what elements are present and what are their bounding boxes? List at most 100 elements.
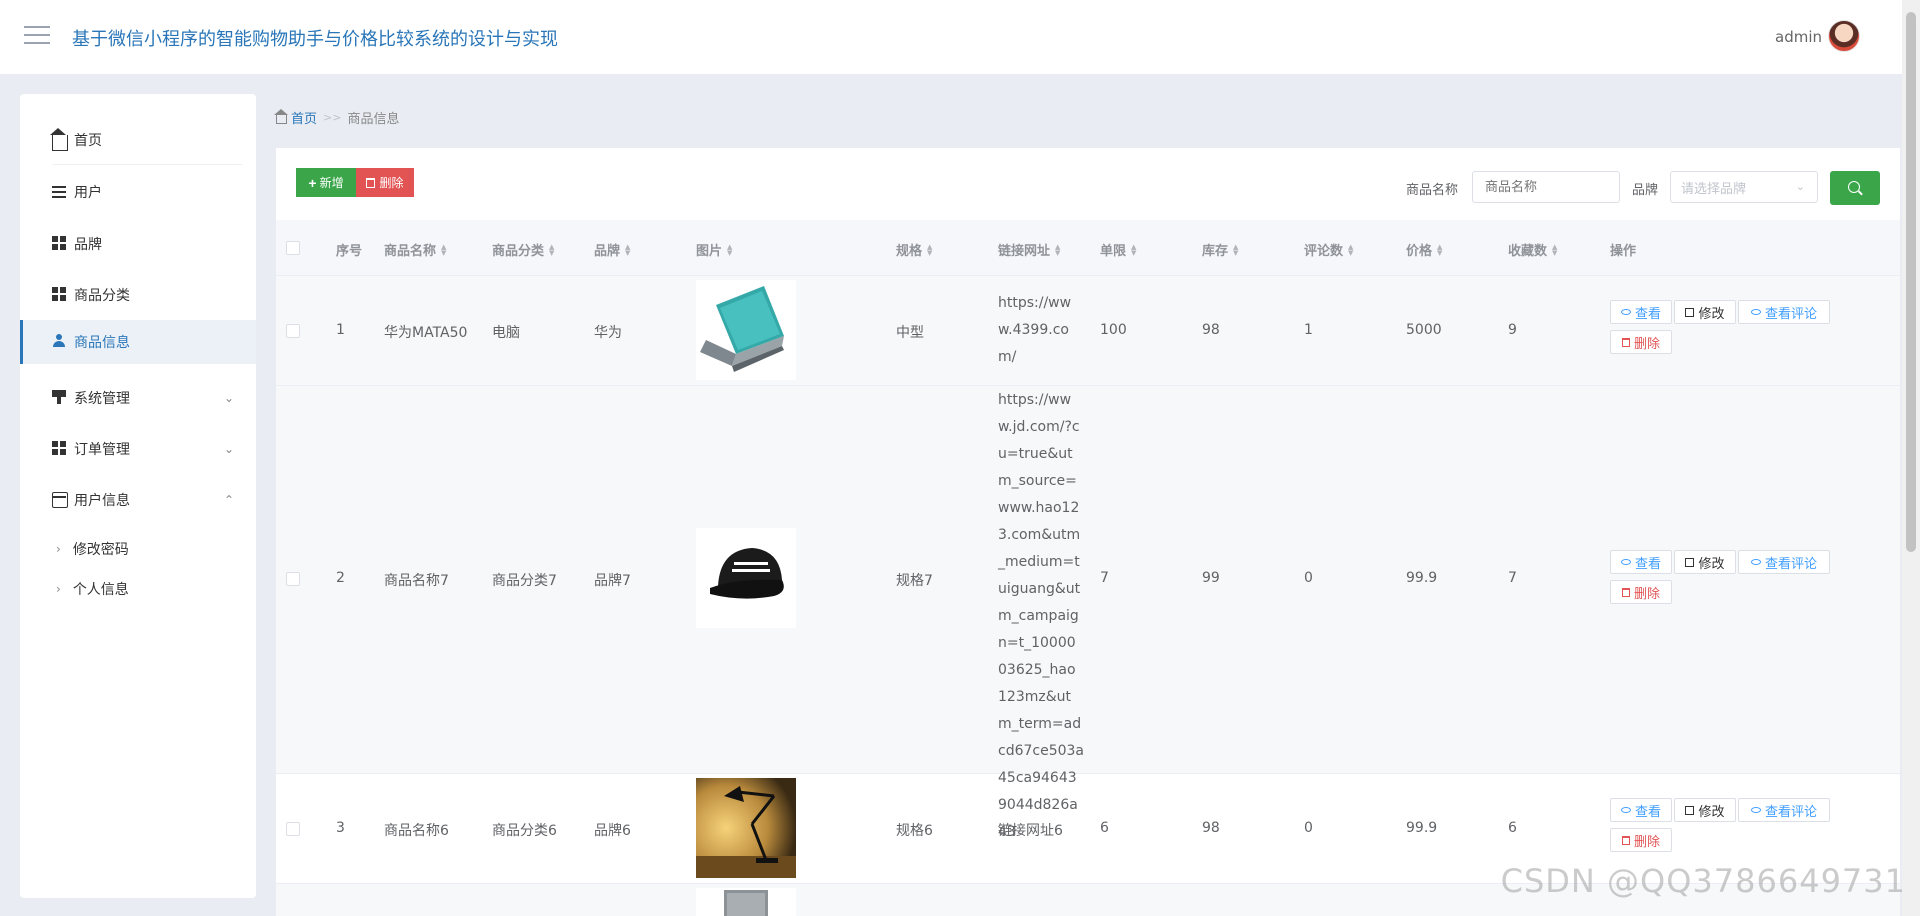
- col-header-price[interactable]: 价格 ▲ ▼: [1406, 240, 1442, 259]
- view-comments-button[interactable]: 查看评论: [1738, 798, 1830, 822]
- sidebar-item-users[interactable]: 用户: [20, 170, 256, 214]
- col-header-url[interactable]: 链接网址 ▲ ▼: [998, 240, 1060, 259]
- sidebar-item-product-info[interactable]: 商品信息: [20, 320, 256, 364]
- sidebar-item-label: 商品信息: [74, 335, 130, 351]
- chevron-right-icon: ›: [56, 582, 61, 596]
- product-name-label: 商品名称: [1406, 183, 1459, 198]
- table-header: 序号 商品名称 ▲ ▼ 商品分类 ▲ ▼ 品牌 ▲ ▼ 图片 ▲ ▼ 规格 ▲ ▼ 链接网址 ▲ ▼ 单…: [276, 220, 1900, 276]
- edit-button[interactable]: 修改: [1674, 798, 1736, 822]
- product-image-cap[interactable]: [696, 528, 796, 628]
- col-header-limit[interactable]: 单限 ▲ ▼: [1100, 240, 1136, 259]
- edit-button[interactable]: 修改: [1674, 550, 1736, 574]
- menu-toggle-icon[interactable]: [24, 26, 50, 46]
- sort-icon[interactable]: ▲ ▼: [1055, 243, 1060, 256]
- cell-brand: 品牌6: [594, 823, 631, 839]
- cell-category: 商品分类7: [492, 573, 557, 589]
- sidebar-item-brand[interactable]: 品牌: [20, 222, 256, 266]
- sidebar-subitem-change-password[interactable]: › 修改密码: [20, 532, 256, 566]
- add-button[interactable]: + 新增: [296, 168, 356, 197]
- sidebar-item-label: 用户: [74, 185, 102, 201]
- col-header-comments[interactable]: 评论数 ▲ ▼: [1304, 240, 1353, 259]
- col-header-label: 链接网址: [998, 244, 1051, 259]
- col-header-spec[interactable]: 规格 ▲ ▼: [896, 240, 932, 259]
- col-header-label: 收藏数: [1508, 244, 1548, 259]
- sort-icon[interactable]: ▲ ▼: [927, 243, 932, 256]
- edit-icon: [1685, 307, 1695, 317]
- sidebar-item-orders[interactable]: 订单管理 ⌄: [20, 427, 256, 471]
- brand-select[interactable]: 请选择品牌 ⌄: [1670, 171, 1818, 203]
- product-image-fridge[interactable]: [696, 888, 796, 916]
- sort-icon[interactable]: ▲ ▼: [549, 243, 554, 256]
- sort-icon[interactable]: ▲ ▼: [1437, 243, 1442, 256]
- sort-icon[interactable]: ▲ ▼: [441, 243, 446, 256]
- col-header-category[interactable]: 商品分类 ▲ ▼: [492, 240, 554, 259]
- col-header-name[interactable]: 商品名称 ▲ ▼: [384, 240, 446, 259]
- cell-stock: 98: [1202, 820, 1220, 836]
- main-panel: + 新增 删除 商品名称 品牌 请选择品牌 ⌄ 序号 商品名称 ▲▼ 商品分类 ▲▼…: [276, 148, 1900, 916]
- page-scrollbar-thumb[interactable]: [1906, 12, 1916, 552]
- view-button[interactable]: 查看: [1610, 550, 1672, 574]
- col-header-stock[interactable]: 库存 ▲ ▼: [1202, 240, 1238, 259]
- plus-icon: +: [308, 174, 317, 191]
- cell-category: 商品分类6: [492, 823, 557, 839]
- view-comments-button[interactable]: 查看评论: [1738, 550, 1830, 574]
- product-name-input[interactable]: [1472, 171, 1620, 203]
- sort-icon[interactable]: ▲ ▼: [1348, 243, 1353, 256]
- sidebar-item-label: 系统管理: [74, 391, 130, 407]
- row-delete-button-label: 删除: [1633, 834, 1660, 850]
- trash-icon: [1621, 587, 1630, 597]
- product-image-laptop[interactable]: [696, 280, 796, 380]
- sidebar-item-home[interactable]: 首页: [20, 118, 256, 162]
- cell-favorites: 9: [1508, 322, 1517, 338]
- search-icon: [1848, 181, 1860, 193]
- sidebar-item-user-info[interactable]: 用户信息 ⌃: [20, 478, 256, 522]
- col-header-brand[interactable]: 品牌 ▲ ▼: [594, 240, 630, 259]
- delete-button[interactable]: 删除: [356, 168, 414, 197]
- table-row: 2 商品名称7 商品分类7 品牌7 规格7 https://www.jd.com…: [276, 386, 1900, 840]
- row-checkbox[interactable]: [286, 324, 300, 338]
- sort-icon[interactable]: ▲ ▼: [1233, 243, 1238, 256]
- view-button[interactable]: 查看: [1610, 300, 1672, 324]
- row-delete-button[interactable]: 删除: [1610, 828, 1672, 852]
- view-button[interactable]: 查看: [1610, 798, 1672, 822]
- col-header-label: 价格: [1406, 244, 1433, 259]
- cell-brand: 华为: [594, 325, 622, 341]
- sidebar-subitem-profile[interactable]: › 个人信息: [20, 572, 256, 606]
- col-header-favorites[interactable]: 收藏数 ▲ ▼: [1508, 240, 1557, 259]
- view-comments-button-label: 查看评论: [1764, 306, 1817, 322]
- cell-name: 商品名称6: [384, 823, 449, 839]
- row-delete-button[interactable]: 删除: [1610, 330, 1672, 354]
- sort-icon[interactable]: ▲ ▼: [625, 243, 630, 256]
- user-name[interactable]: admin: [1775, 28, 1822, 46]
- brand-label: 品牌: [1632, 183, 1659, 198]
- search-button[interactable]: [1830, 171, 1880, 205]
- sidebar-item-category[interactable]: 商品分类: [20, 273, 256, 317]
- breadcrumb-home[interactable]: 首页: [291, 108, 317, 127]
- row-delete-button-label: 删除: [1633, 586, 1660, 602]
- grid-icon: [52, 287, 68, 303]
- view-comments-button[interactable]: 查看评论: [1738, 300, 1830, 324]
- row-checkbox[interactable]: [286, 572, 300, 586]
- view-button-label: 查看: [1634, 556, 1661, 572]
- edit-button[interactable]: 修改: [1674, 300, 1736, 324]
- grid-icon: [52, 236, 68, 252]
- sort-icon[interactable]: ▲ ▼: [1552, 243, 1557, 256]
- row-delete-button[interactable]: 删除: [1610, 580, 1672, 604]
- sort-icon[interactable]: ▲ ▼: [1131, 243, 1136, 256]
- avatar[interactable]: [1828, 20, 1860, 52]
- cell-limit: 6: [1100, 820, 1109, 836]
- sidebar-item-system[interactable]: 系统管理 ⌄: [20, 376, 256, 420]
- brand-select-placeholder: 请选择品牌: [1681, 181, 1747, 197]
- sort-icon[interactable]: ▲ ▼: [727, 243, 732, 256]
- chevron-up-icon: ⌃: [223, 493, 234, 507]
- page-scrollbar[interactable]: [1902, 0, 1920, 916]
- col-header-image[interactable]: 图片 ▲ ▼: [696, 240, 732, 259]
- product-image-lamp[interactable]: [696, 778, 796, 878]
- edit-button-label: 修改: [1698, 556, 1725, 572]
- row-checkbox[interactable]: [286, 822, 300, 836]
- cell-price: 99.9: [1406, 820, 1438, 836]
- cell-stock: 98: [1202, 322, 1220, 338]
- home-icon: [274, 108, 288, 124]
- select-all-checkbox[interactable]: [286, 241, 300, 255]
- cell-name: 华为MATA50: [384, 325, 468, 341]
